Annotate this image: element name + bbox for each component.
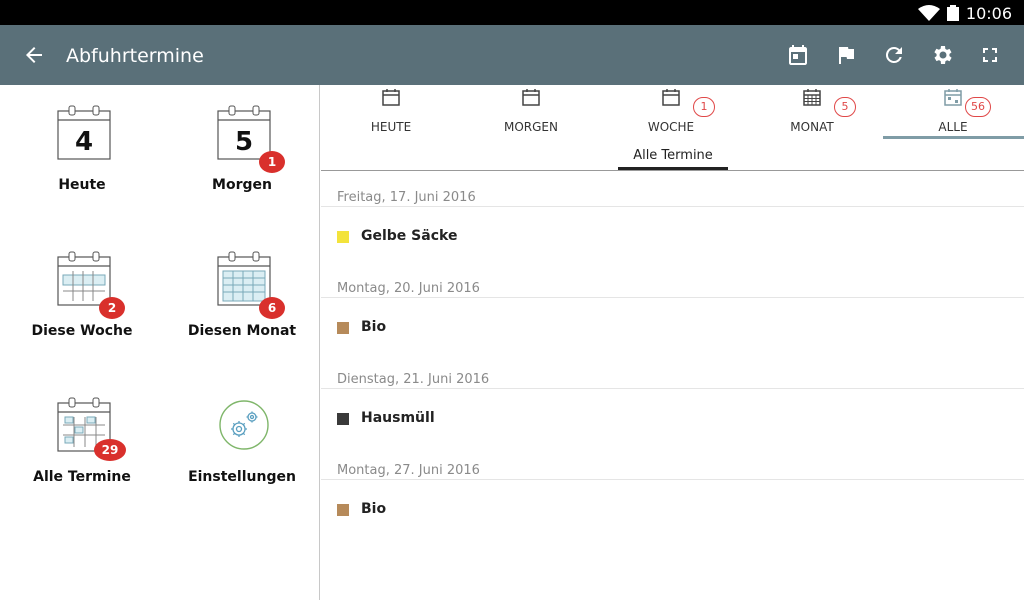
date-group: Montag, 27. Juni 2016 Bio [321,444,1024,535]
calendar-day-icon: 4 [57,105,111,160]
divider [321,479,1024,480]
divider [321,206,1024,207]
count-badge: 29 [94,439,126,461]
calendar-icon [382,89,400,106]
settings-icon[interactable] [930,43,954,67]
tile-diesen-monat[interactable]: 6 Diesen Monat [162,231,322,361]
waste-type-label: Bio [361,501,387,517]
tab-label: WOCHE [647,120,695,134]
tab-label: MORGEN [504,120,558,134]
waste-type-label: Hausmüll [361,410,435,426]
tile-einstellungen[interactable]: Einstellungen [162,377,322,507]
waste-color-marker [337,322,349,334]
count-badge: 6 [259,297,285,319]
tile-label: Diesen Monat [187,323,297,339]
active-subtab-indicator [618,167,728,170]
date-group: Dienstag, 21. Juni 2016 Hausmüll [321,353,1024,444]
divider [321,388,1024,389]
active-tab-indicator [883,136,1024,139]
tab-count-badge: 5 [834,97,856,117]
flag-icon[interactable] [834,43,858,67]
tab-label: HEUTE [370,120,412,134]
tab-bar: HEUTE MORGEN 1 WOCHE 5 MONAT 56 ALLE [321,85,1024,143]
waste-color-marker [337,413,349,425]
tile-label: Morgen [212,177,272,193]
count-badge: 2 [99,297,125,319]
back-arrow-icon[interactable] [22,43,46,67]
calendar-icon [662,89,680,106]
battery-icon [947,5,959,21]
shortcut-panel: 4 Heute 5 1 Morgen 2 Diese Woche 6 Diese… [0,85,320,600]
status-time: 10:06 [965,4,1012,23]
tab-woche[interactable]: 1 WOCHE [601,85,741,139]
tab-heute[interactable]: HEUTE [321,85,461,139]
tab-monat[interactable]: 5 MONAT [742,85,882,139]
list-item[interactable]: Gelbe Säcke [321,221,1024,253]
subtab-bar: Alle Termine [321,143,1024,171]
tab-morgen[interactable]: MORGEN [461,85,601,139]
date-group: Freitag, 17. Juni 2016 Gelbe Säcke [321,171,1024,262]
list-item[interactable]: Hausmüll [321,403,1024,435]
calendar-today-icon[interactable] [786,43,810,67]
app-bar: Abfuhrtermine [0,25,1024,85]
list-item[interactable]: Bio [321,312,1024,344]
waste-type-label: Bio [361,319,387,335]
tab-count-badge: 1 [693,97,715,117]
list-item[interactable]: Bio [321,494,1024,526]
status-bar: 10:06 [0,0,1024,25]
divider [321,297,1024,298]
svg-text:4: 4 [75,127,93,157]
count-badge: 1 [259,151,285,173]
date-header: Freitag, 17. Juni 2016 [337,190,476,205]
tab-alle[interactable]: 56 ALLE [883,85,1023,139]
svg-text:5: 5 [235,127,253,157]
tile-label: Alle Termine [33,469,131,485]
refresh-icon[interactable] [882,43,906,67]
waste-color-marker [337,504,349,516]
calendar-all-icon [944,89,962,106]
date-header: Montag, 27. Juni 2016 [337,463,480,478]
wifi-icon [918,5,940,21]
page-title: Abfuhrtermine [66,45,204,67]
date-header: Montag, 20. Juni 2016 [337,281,480,296]
tab-count-badge: 56 [965,97,991,117]
tile-alle-termine[interactable]: 29 Alle Termine [2,377,162,507]
calendar-icon [522,89,540,106]
appointments-list: Freitag, 17. Juni 2016 Gelbe Säcke Monta… [321,171,1024,535]
tab-label: ALLE [938,120,968,134]
tile-heute[interactable]: 4 Heute [2,85,162,215]
waste-type-label: Gelbe Säcke [361,228,458,244]
calendar-grid-icon [803,89,821,106]
settings-gears-icon [219,400,269,450]
tile-morgen[interactable]: 5 1 Morgen [162,85,322,215]
date-group: Montag, 20. Juni 2016 Bio [321,262,1024,353]
fullscreen-icon[interactable] [978,43,1002,67]
tile-label: Diese Woche [31,323,133,339]
appointments-panel: HEUTE MORGEN 1 WOCHE 5 MONAT 56 ALLE All… [321,85,1024,600]
tab-label: MONAT [790,120,834,134]
date-header: Dienstag, 21. Juni 2016 [337,372,490,387]
tile-label: Heute [58,177,106,193]
tile-label: Einstellungen [188,469,296,485]
waste-color-marker [337,231,349,243]
tile-diese-woche[interactable]: 2 Diese Woche [2,231,162,361]
